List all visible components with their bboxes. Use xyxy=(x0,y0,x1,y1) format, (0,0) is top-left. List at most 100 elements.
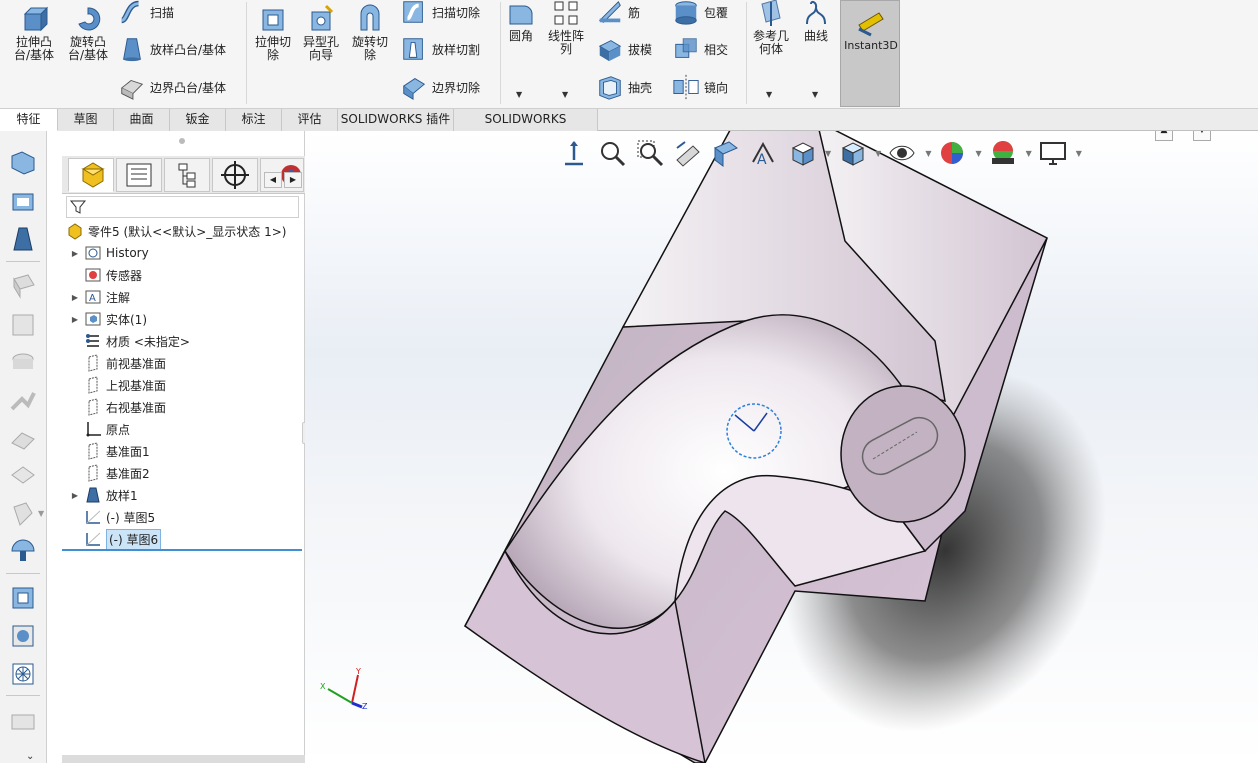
tree-item-plane2[interactable]: 基准面2 xyxy=(84,462,150,484)
wrap-button[interactable]: 包覆 xyxy=(672,0,728,26)
hide-show-items-icon[interactable] xyxy=(887,138,917,168)
graphics-area[interactable]: A ▼ ▼ ▼ ▼ ▼ ▼ ▲ ▼ xyxy=(305,131,1258,763)
dynamic-annotation-icon[interactable]: A xyxy=(749,138,779,168)
loft-cut-label: 放样切割 xyxy=(432,42,481,57)
tab-features[interactable]: 特征 xyxy=(0,109,58,131)
view-orientation-icon[interactable] xyxy=(559,138,589,168)
revolve-cut-button[interactable]: 旋转切 除 xyxy=(346,4,394,62)
tab-sketch[interactable]: 草图 xyxy=(58,109,114,131)
tree-item-front-plane[interactable]: 前视基准面 xyxy=(84,352,166,374)
tree-item-top-plane[interactable]: 上视基准面 xyxy=(84,374,166,396)
mirror-button[interactable]: 镜向 xyxy=(672,73,728,101)
curves-button[interactable]: 曲线 xyxy=(798,0,834,43)
loft-shortcut-icon[interactable] xyxy=(8,224,38,254)
loft-cut-button[interactable]: 放样切割 xyxy=(400,35,480,63)
toolbar-expand-icon[interactable]: ⌄ xyxy=(26,751,34,762)
tree-item-right-plane[interactable]: 右视基准面 xyxy=(84,396,166,418)
expand-arrow-icon[interactable]: ▶ xyxy=(70,491,80,500)
tree-item-history[interactable]: ▶ History xyxy=(70,242,149,264)
panel-bottom-tabs[interactable] xyxy=(62,755,305,763)
pattern-dropdown-icon[interactable]: ▼ xyxy=(562,90,568,99)
curves-dropdown-icon[interactable]: ▼ xyxy=(812,90,818,99)
expand-arrow-icon[interactable]: ▶ xyxy=(70,249,80,258)
tree-item-plane1[interactable]: 基准面1 xyxy=(84,440,150,462)
tree-root-part[interactable]: 零件5 (默认<<默认>_显示状态 1>) xyxy=(66,220,286,242)
apply-scene-icon[interactable] xyxy=(988,138,1018,168)
tab-solidworks-addins[interactable]: SOLIDWORKS 插件 xyxy=(338,109,454,131)
panel-grip-icon[interactable] xyxy=(179,138,185,144)
hide-show-dropdown-icon[interactable]: ▼ xyxy=(925,149,931,158)
grid-view-icon[interactable] xyxy=(8,659,38,689)
tree-item-label: 基准面1 xyxy=(106,444,150,459)
view-orientation-dropdown-icon[interactable]: ▼ xyxy=(825,149,831,158)
fillet-button[interactable]: 圆角 xyxy=(504,0,538,43)
boundary-cut-button[interactable]: 边界切除 xyxy=(400,73,480,101)
tree-item-annotations[interactable]: ▶ A 注解 xyxy=(70,286,130,308)
tab-configuration-manager[interactable] xyxy=(164,158,210,192)
heads-up-view-toolbar: A ▼ ▼ ▼ ▼ ▼ ▼ xyxy=(559,135,1088,171)
scene-dropdown-icon[interactable]: ▼ xyxy=(1026,149,1032,158)
linear-pattern-button[interactable]: 线性阵 列 xyxy=(542,0,590,56)
rollback-bar[interactable] xyxy=(62,549,302,551)
restore-pane-icon[interactable]: ▲ xyxy=(1155,131,1173,141)
tree-item-sensors[interactable]: 传感器 xyxy=(84,264,142,286)
tree-item-loft1[interactable]: ▶ 放样1 xyxy=(70,484,138,506)
intersect-icon xyxy=(675,38,697,58)
plane-icon xyxy=(88,398,98,416)
shell-button[interactable]: 抽壳 xyxy=(596,73,652,101)
appearance-dropdown-icon[interactable]: ▼ xyxy=(975,149,981,158)
tab-evaluate[interactable]: 评估 xyxy=(282,109,338,131)
view-orientation-cube-icon[interactable] xyxy=(787,138,817,168)
tab-scroll-right-icon[interactable]: ▶ xyxy=(284,172,302,188)
tab-property-manager[interactable] xyxy=(116,158,162,192)
boundary-boss-button[interactable]: 边界凸台/基体 xyxy=(118,73,226,101)
section-view-icon[interactable] xyxy=(8,621,38,651)
section-view-icon[interactable] xyxy=(711,138,741,168)
view-settings-icon[interactable] xyxy=(1038,138,1068,168)
display-style-dropdown-icon[interactable]: ▼ xyxy=(875,149,881,158)
display-style-icon[interactable] xyxy=(837,138,867,168)
rib-button[interactable]: 筋 xyxy=(596,0,640,26)
tree-item-origin[interactable]: 原点 xyxy=(84,418,130,440)
draft-button[interactable]: 拔模 xyxy=(596,35,652,63)
fillet-dropdown-icon[interactable]: ▼ xyxy=(516,90,522,99)
tab-scroll-left-icon[interactable]: ◀ xyxy=(264,172,282,188)
tree-item-material[interactable]: 材质 <未指定> xyxy=(84,330,190,352)
intersect-button[interactable]: 相交 xyxy=(672,35,728,63)
revolve-boss-button[interactable]: 旋转凸 台/基体 xyxy=(62,4,114,62)
expand-arrow-icon[interactable]: ▶ xyxy=(70,293,80,302)
sweep-cut-button[interactable]: 扫描切除 xyxy=(400,0,480,26)
instant3d-button[interactable]: Instant3D xyxy=(840,0,900,107)
view-settings-dropdown-icon[interactable]: ▼ xyxy=(1076,149,1082,158)
tree-item-label: 传感器 xyxy=(106,268,143,283)
more-tools-dropdown-icon[interactable]: ▼ xyxy=(38,509,44,518)
view-tool-icon[interactable] xyxy=(8,583,38,613)
tree-item-sketch5[interactable]: (-) 草图5 xyxy=(84,506,155,528)
extrude-cut-button[interactable]: 拉伸切 除 xyxy=(250,4,296,62)
tree-filter[interactable] xyxy=(66,196,299,218)
split-pane-icon[interactable]: ▼ xyxy=(1193,131,1211,141)
sweep-button[interactable]: 扫描 xyxy=(118,0,174,26)
mirror-shortcut-icon[interactable] xyxy=(8,535,38,565)
hole-wizard-button[interactable]: 异型孔 向导 xyxy=(298,4,344,62)
loft-boss-button[interactable]: 放样凸台/基体 xyxy=(118,35,226,63)
sketch-plane-icon[interactable] xyxy=(8,148,38,178)
zoom-to-fit-icon[interactable] xyxy=(597,138,627,168)
model-loft-body[interactable] xyxy=(305,131,1258,763)
previous-view-icon[interactable] xyxy=(673,138,703,168)
reference-geometry-button[interactable]: 参考几 何体 xyxy=(750,0,792,56)
tab-solidworks-inspection[interactable]: SOLIDWORKS Inspection xyxy=(454,109,598,147)
tab-sheet-metal[interactable]: 钣金 xyxy=(170,109,226,131)
extrude-shortcut-icon[interactable] xyxy=(8,186,38,216)
tab-dimxpert-manager[interactable] xyxy=(212,158,258,192)
reference-geometry-dropdown-icon[interactable]: ▼ xyxy=(766,90,772,99)
tree-item-solid-bodies[interactable]: ▶ 实体(1) xyxy=(70,308,147,330)
tab-surfaces[interactable]: 曲面 xyxy=(114,109,170,131)
tab-markup[interactable]: 标注 xyxy=(226,109,282,131)
edit-appearance-icon[interactable] xyxy=(937,138,967,168)
tab-feature-manager[interactable] xyxy=(68,158,114,192)
expand-arrow-icon[interactable]: ▶ xyxy=(70,315,80,324)
extrude-boss-button[interactable]: 拉伸凸 台/基体 xyxy=(8,4,60,62)
tree-item-sketch6[interactable]: (-) 草图6 xyxy=(84,528,162,550)
zoom-to-area-icon[interactable] xyxy=(635,138,665,168)
